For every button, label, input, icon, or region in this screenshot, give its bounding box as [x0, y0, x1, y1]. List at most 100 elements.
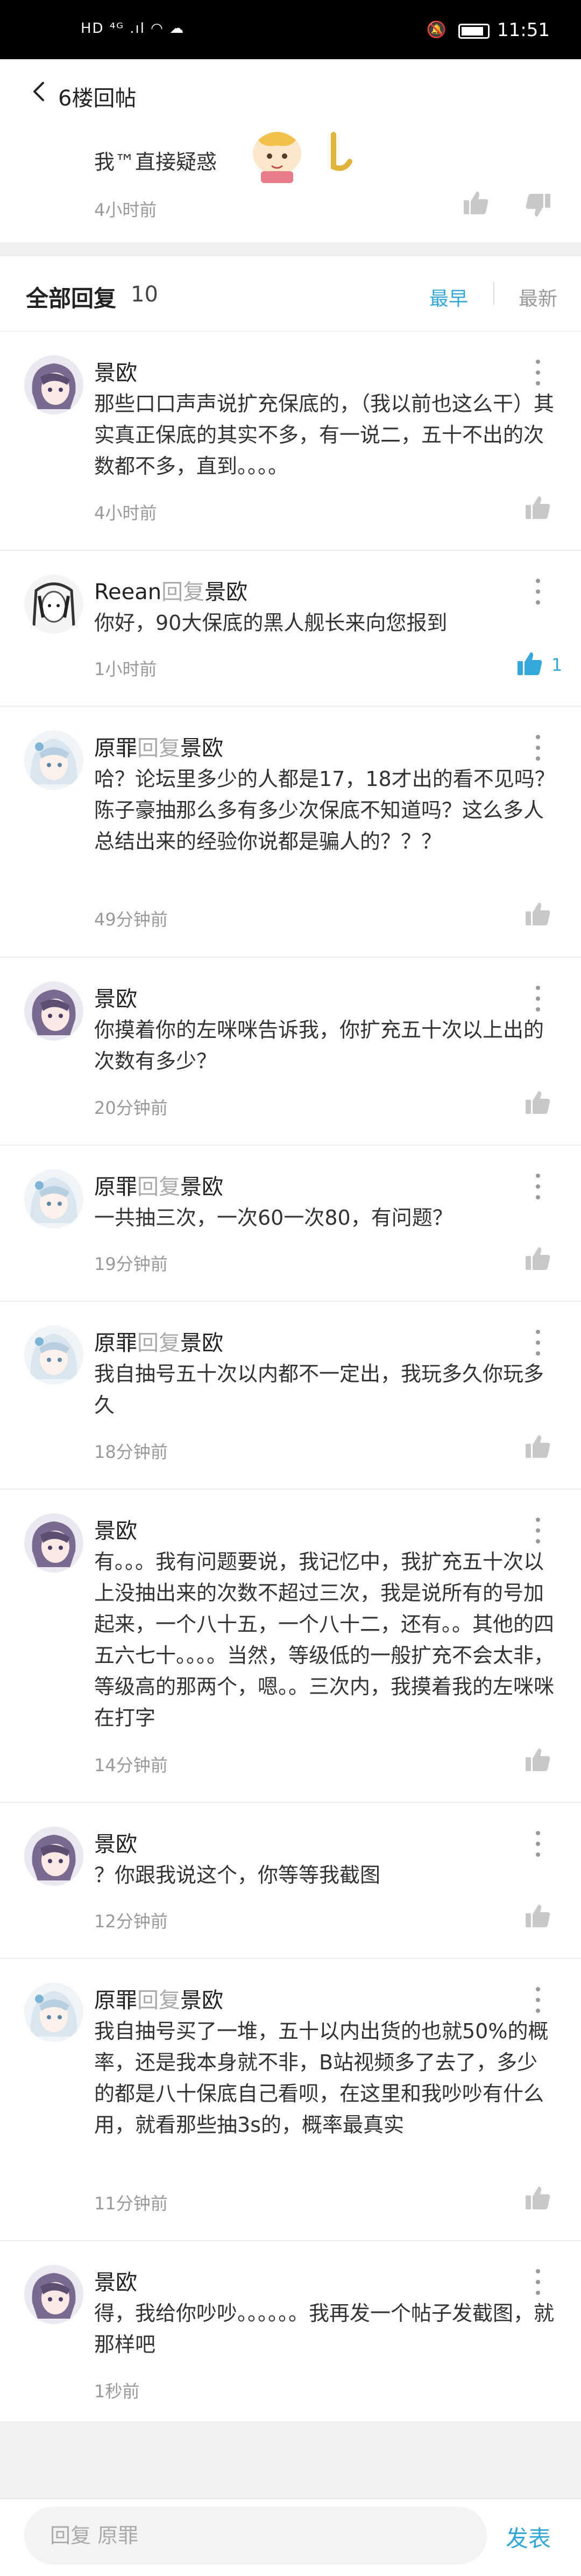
reply-target[interactable]: 景欧	[180, 1331, 223, 1356]
username[interactable]: 景欧	[94, 1827, 137, 1858]
thumbs-up-icon[interactable]	[525, 1746, 551, 1773]
replies-count: 10	[131, 282, 158, 307]
floor-text: 我™直接疑惑	[94, 150, 217, 174]
username[interactable]: 原罪回复景欧	[94, 731, 223, 762]
avatar[interactable]	[24, 1169, 83, 1229]
thumbs-up-icon[interactable]	[525, 1089, 551, 1116]
reply-timestamp: 19分钟前	[94, 1254, 168, 1274]
reply-item: 景欧 你摸着你的左咪咪告诉我，你扩充五十次以上出的次数有多少？ 20分钟前	[0, 958, 581, 1146]
floor-timestamp: 4小时前	[94, 200, 157, 220]
reply-item: 景欧 ？你跟我说这个，你等等我截图 12分钟前	[0, 1803, 581, 1959]
reply-timestamp: 12分钟前	[94, 1911, 168, 1932]
reply-item: 景欧 那些口口声声说扩充保底的，（我以前也这么干）其实真正保底的其实不多，有一说…	[0, 332, 581, 551]
more-options-icon[interactable]	[530, 2267, 546, 2297]
sort-earliest-tab[interactable]: 最早	[429, 283, 468, 311]
replies-label: 全部回复	[26, 285, 117, 312]
thumbs-up-icon[interactable]	[525, 494, 551, 521]
reply-item: 原罪回复景欧 我自抽号五十次以内都不一定出，我玩多久你玩多久 18分钟前	[0, 1302, 581, 1490]
avatar[interactable]	[24, 1827, 83, 1886]
username[interactable]: 景欧	[94, 1513, 137, 1545]
reply-timestamp: 20分钟前	[94, 1098, 168, 1118]
reply-text: 你摸着你的左咪咪告诉我，你扩充五十次以上出的次数有多少？	[94, 1018, 544, 1073]
avatar[interactable]	[24, 1983, 83, 2042]
username[interactable]: Reean回复景欧	[94, 574, 247, 606]
mute-icon: 🔕	[426, 20, 447, 39]
username[interactable]: 原罪回复景欧	[94, 1325, 223, 1357]
reply-text: ？你跟我说这个，你等等我截图	[94, 1863, 381, 1887]
reply-input-bar: 发表	[0, 2498, 581, 2576]
more-options-icon[interactable]	[530, 1328, 546, 1358]
reply-text: 那些口口声声说扩充保底的，（我以前也这么干）其实真正保底的其实不多，有一说二，五…	[94, 392, 555, 478]
avatar[interactable]	[24, 574, 83, 634]
list-end-spacer	[0, 2423, 581, 2498]
back-arrow-icon[interactable]	[28, 80, 52, 103]
replies-header: 全部回复 10 最早 最新	[0, 256, 581, 332]
battery-icon	[458, 24, 490, 39]
username[interactable]: 景欧	[94, 355, 137, 387]
reply-text: 哈？论坛里多少的人都是17，18才出的看不见吗？陈子豪抽那么多有多少次保底不知道…	[94, 767, 555, 853]
reply-timestamp: 4小时前	[94, 503, 157, 523]
thumbs-up-icon[interactable]	[525, 1245, 551, 1272]
reply-label: 回复	[137, 1331, 180, 1356]
reply-timestamp: 18分钟前	[94, 1442, 168, 1462]
more-options-icon[interactable]	[530, 1829, 546, 1859]
like-count: 1	[551, 655, 563, 675]
sort-latest-tab[interactable]: 最新	[519, 283, 557, 311]
reply-target[interactable]: 景欧	[180, 1175, 223, 1199]
reply-target[interactable]: 景欧	[180, 1988, 223, 2013]
thumbs-up-icon[interactable]	[525, 1903, 551, 1929]
more-options-icon[interactable]	[530, 733, 546, 763]
reply-item: 景欧 得，我给你吵吵。。。。。。我再发一个帖子发截图，就那样吧 1秒前	[0, 2241, 581, 2423]
username[interactable]: 景欧	[94, 2265, 137, 2296]
thumbs-down-icon[interactable]	[525, 192, 551, 219]
reply-target[interactable]: 景欧	[180, 736, 223, 761]
reply-text: 我自抽号五十次以内都不一定出，我玩多久你玩多久	[94, 1362, 544, 1417]
username[interactable]: 原罪回复景欧	[94, 1169, 223, 1201]
floor-post: 我™直接疑惑 4小时前	[0, 124, 581, 242]
more-options-icon[interactable]	[530, 357, 546, 388]
more-options-icon[interactable]	[530, 1171, 546, 1202]
more-options-icon[interactable]	[530, 984, 546, 1014]
reply-label: 回复	[161, 580, 205, 605]
thumbs-up-icon[interactable]	[516, 650, 543, 677]
username[interactable]: 景欧	[94, 981, 137, 1013]
reply-label: 回复	[137, 736, 180, 761]
sort-separator	[493, 282, 494, 305]
reply-timestamp: 49分钟前	[94, 909, 168, 930]
reply-item: Reean回复景欧 你好，90大保底的黑人舰长来向您报到 1小时前 1	[0, 551, 581, 707]
status-time: 11:51	[497, 19, 550, 41]
page-title: 6楼回帖	[58, 86, 137, 111]
avatar[interactable]	[24, 355, 83, 415]
reply-item: 原罪回复景欧 一共抽三次，一次60一次80，有问题？ 19分钟前	[0, 1146, 581, 1302]
section-divider	[0, 242, 581, 256]
thumbs-up-icon[interactable]	[463, 189, 490, 216]
thumbs-up-icon[interactable]	[525, 2185, 551, 2212]
reply-item: 原罪回复景欧 哈？论坛里多少的人都是17，18才出的看不见吗？陈子豪抽那么多有多…	[0, 707, 581, 958]
avatar[interactable]	[24, 1513, 83, 1573]
more-options-icon[interactable]	[530, 577, 546, 607]
reply-text: 你好，90大保底的黑人舰长来向您报到	[94, 611, 448, 635]
avatar[interactable]	[24, 731, 83, 790]
reply-text: 一共抽三次，一次60一次80，有问题？	[94, 1206, 453, 1230]
reply-item: 原罪回复景欧 我自抽号买了一堆，五十以内出货的也就50%的概率，还是我本身就不非…	[0, 1959, 581, 2241]
reply-item: 景欧 有。。。我有问题要说，我记忆中，我扩充五十次以上没抽出来的次数不超过三次，…	[0, 1490, 581, 1803]
thumbs-up-icon[interactable]	[525, 901, 551, 928]
status-bar: HD ⁴ᴳ .ıl ◠ ☁ 🔕 11:51	[0, 0, 581, 59]
more-options-icon[interactable]	[530, 1985, 546, 2015]
reply-label: 回复	[137, 1988, 180, 2013]
reply-text: 得，我给你吵吵。。。。。。我再发一个帖子发截图，就那样吧	[94, 2301, 555, 2356]
username[interactable]: 原罪回复景欧	[94, 1983, 223, 2014]
avatar[interactable]	[24, 1325, 83, 1385]
more-options-icon[interactable]	[530, 1515, 546, 1546]
reply-timestamp: 1秒前	[94, 2381, 140, 2402]
avatar[interactable]	[24, 2265, 83, 2324]
reply-timestamp: 1小时前	[94, 659, 157, 679]
status-icons: HD ⁴ᴳ .ıl ◠ ☁	[81, 20, 185, 37]
reply-target[interactable]: 景欧	[204, 580, 247, 605]
thumbs-up-icon[interactable]	[525, 1433, 551, 1460]
top-bar: 6楼回帖	[0, 59, 581, 124]
send-button[interactable]: 发表	[506, 2521, 551, 2553]
avatar[interactable]	[24, 981, 83, 1041]
reply-text: 有。。。我有问题要说，我记忆中，我扩充五十次以上没抽出来的次数不超过三次，我是说…	[94, 1550, 555, 1730]
reply-input[interactable]	[24, 2507, 487, 2565]
